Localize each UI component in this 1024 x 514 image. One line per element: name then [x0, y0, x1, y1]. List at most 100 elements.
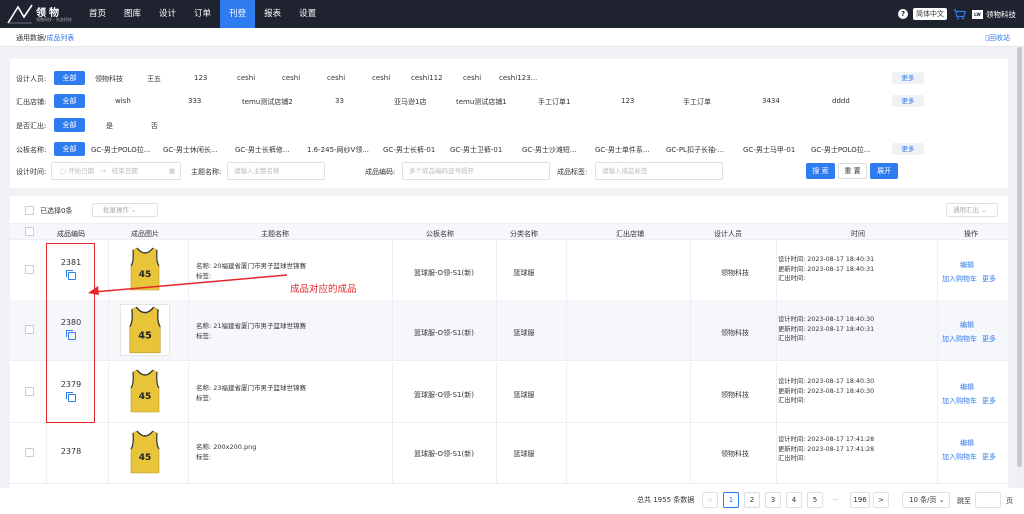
expand-button[interactable]: 展开: [870, 163, 898, 179]
page-button[interactable]: 5: [807, 492, 823, 508]
filter-designer-option[interactable]: 123: [194, 74, 207, 82]
recycle-bin-link[interactable]: ▯回收站: [985, 33, 1010, 43]
page-button[interactable]: 1: [723, 492, 739, 508]
product-thumbnail[interactable]: 45: [128, 368, 178, 420]
edit-link[interactable]: 编辑: [960, 320, 974, 330]
more-link[interactable]: 更多: [982, 274, 996, 284]
batch-actions-dropdown[interactable]: 批量操作 ⌄: [92, 203, 158, 217]
filter-designer-option[interactable]: ceshi: [372, 74, 390, 82]
filter-template-option[interactable]: GC-男士沙滩短...: [522, 145, 577, 155]
filter-template-option[interactable]: GC-男士马甲-01: [743, 145, 795, 155]
scrollbar-thumb[interactable]: [1017, 47, 1022, 467]
product-thumbnail[interactable]: 45: [128, 429, 178, 481]
filter-template-option[interactable]: GC-男士卫裤-01: [450, 145, 502, 155]
filter-template-option[interactable]: GC-男士POLO拉...: [91, 145, 150, 155]
product-tag-input[interactable]: 请输入成品标签: [595, 162, 723, 180]
filter-template-all[interactable]: 全部: [54, 142, 85, 156]
add-to-cart-link[interactable]: 加入购物车: [942, 334, 977, 344]
jump-page-input[interactable]: [975, 492, 1001, 508]
filter-store-option[interactable]: dddd: [832, 97, 850, 105]
nav-design[interactable]: 设计: [150, 0, 185, 28]
page-button[interactable]: 4: [786, 492, 802, 508]
filter-store-option[interactable]: 123: [621, 97, 634, 105]
more-link[interactable]: 更多: [982, 452, 996, 462]
filter-designer-option[interactable]: 领物科技: [95, 74, 123, 84]
filter-exported-all[interactable]: 全部: [54, 118, 85, 132]
add-to-cart-link[interactable]: 加入购物车: [942, 274, 977, 284]
table-row[interactable]: 2379 45 名称: 23福建省厦门市男子篮球世锦赛 标签: 篮球服-O领-S…: [10, 362, 1008, 423]
filter-template-option[interactable]: GC-男士单件系...: [595, 145, 650, 155]
pagination-ellipsis[interactable]: ···: [832, 496, 839, 504]
filter-designer-option[interactable]: ceshi: [282, 74, 300, 82]
filter-exported-option[interactable]: 是: [106, 121, 113, 131]
header-checkbox[interactable]: [25, 227, 34, 236]
filter-store-option[interactable]: temu测试店铺1: [456, 97, 507, 107]
filter-store-option[interactable]: 3434: [762, 97, 780, 105]
brand-logo[interactable]: 领物 领物科技 · 先进科技: [6, 3, 76, 25]
add-to-cart-link[interactable]: 加入购物车: [942, 396, 977, 406]
filter-store-option[interactable]: 亚马逊1店: [394, 97, 426, 107]
page-button[interactable]: 3: [765, 492, 781, 508]
breadcrumb-parent[interactable]: 通用数据/: [16, 34, 46, 42]
reset-button[interactable]: 重 置: [838, 163, 867, 179]
page-button[interactable]: 2: [744, 492, 760, 508]
avatar[interactable]: LW: [972, 9, 983, 19]
filter-designer-option[interactable]: ceshi: [463, 74, 481, 82]
filter-store-option[interactable]: 33: [335, 97, 344, 105]
filter-store-option[interactable]: 手工订单1: [538, 97, 570, 107]
nav-reports[interactable]: 报表: [255, 0, 290, 28]
filter-template-option[interactable]: GC-男士长裤修...: [235, 145, 290, 155]
language-selector[interactable]: 简体中文: [913, 8, 947, 20]
general-export-dropdown[interactable]: 通用汇出 ⌄: [946, 203, 998, 217]
table-row[interactable]: 2378 45 名称: 200x200.png 标签: 篮球服-O领-S1(新)…: [10, 423, 1008, 484]
more-link[interactable]: 更多: [982, 396, 996, 406]
filter-store-more-button[interactable]: 更多: [892, 95, 924, 107]
table-row[interactable]: 2380 45 名称: 21福建省厦门市男子篮球世锦赛 标签: 篮球服-O领-S…: [10, 300, 1008, 361]
filter-template-option[interactable]: GC-男士POLO拉...: [811, 145, 870, 155]
next-page-button[interactable]: >: [873, 492, 889, 508]
nav-home[interactable]: 首页: [80, 0, 115, 28]
row-checkbox[interactable]: [25, 325, 34, 334]
page-scrollbar[interactable]: [1017, 47, 1024, 488]
prev-page-button[interactable]: <: [702, 492, 718, 508]
edit-link[interactable]: 编辑: [960, 260, 974, 270]
page-button[interactable]: 196: [850, 492, 870, 508]
row-checkbox[interactable]: [25, 265, 34, 274]
filter-template-option[interactable]: 1.6-245-网纱V领...: [307, 145, 369, 155]
date-range-input[interactable]: ▢ 开始日期 → 结束日期 ▦: [51, 162, 181, 180]
nav-settings[interactable]: 设置: [290, 0, 325, 28]
more-link[interactable]: 更多: [982, 334, 996, 344]
cart-icon[interactable]: [953, 8, 966, 20]
filter-store-all[interactable]: 全部: [54, 94, 85, 108]
filter-store-option[interactable]: temu测试店铺2: [242, 97, 293, 107]
product-code-textarea[interactable]: 多个成品编码逗号隔开: [402, 162, 550, 180]
nav-orders[interactable]: 订单: [185, 0, 220, 28]
nav-listing[interactable]: 刊登: [220, 0, 256, 28]
filter-store-option[interactable]: 333: [188, 97, 201, 105]
filter-designer-option[interactable]: ceshi123...: [499, 74, 537, 82]
filter-template-option[interactable]: GC-PL扣子长袖-...: [666, 145, 724, 155]
username[interactable]: 领物科技: [986, 9, 1016, 20]
filter-template-more-button[interactable]: 更多: [892, 143, 924, 155]
page-size-select[interactable]: 10 条/页 ⌄: [902, 492, 950, 508]
search-button[interactable]: 搜 索: [806, 163, 835, 179]
edit-link[interactable]: 编辑: [960, 382, 974, 392]
filter-designer-option[interactable]: 王五: [147, 74, 161, 84]
filter-exported-option[interactable]: 否: [151, 121, 158, 131]
filter-template-option[interactable]: GC-男士长裤-01: [383, 145, 435, 155]
filter-designer-all[interactable]: 全部: [54, 71, 85, 85]
nav-gallery[interactable]: 图库: [115, 0, 150, 28]
filter-designer-option[interactable]: ceshi: [327, 74, 345, 82]
product-thumbnail[interactable]: 45: [120, 304, 170, 356]
theme-name-input[interactable]: 请输入主题名称: [227, 162, 325, 180]
add-to-cart-link[interactable]: 加入购物车: [942, 452, 977, 462]
filter-designer-option[interactable]: ceshi112: [411, 74, 443, 82]
edit-link[interactable]: 编辑: [960, 438, 974, 448]
filter-designer-more-button[interactable]: 更多: [892, 72, 924, 84]
select-all-checkbox[interactable]: [25, 206, 34, 215]
help-icon[interactable]: ?: [898, 9, 908, 19]
filter-store-option[interactable]: 手工订单: [683, 97, 711, 107]
filter-template-option[interactable]: GC-男士休闲长...: [163, 145, 218, 155]
filter-store-option[interactable]: wish: [115, 97, 131, 105]
filter-designer-option[interactable]: ceshi: [237, 74, 255, 82]
